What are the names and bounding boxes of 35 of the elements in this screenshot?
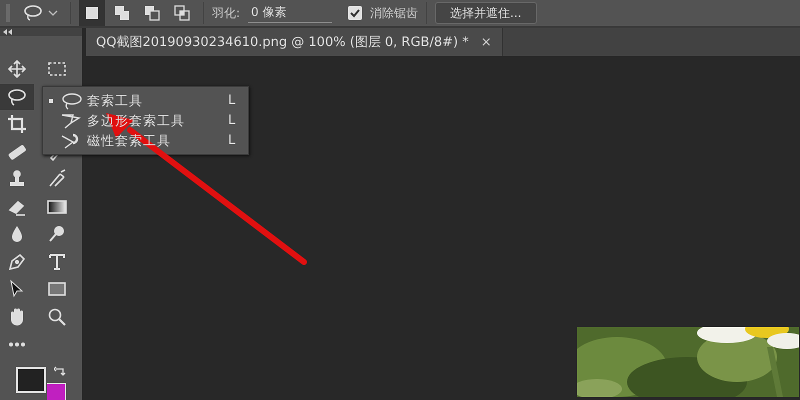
dodge-icon: [47, 224, 67, 244]
check-icon: [349, 7, 362, 19]
pen-icon: [7, 252, 27, 272]
lasso-icon: [22, 4, 44, 22]
close-tab-button[interactable]: ×: [480, 34, 492, 50]
zoom-icon: [47, 306, 67, 326]
flyout-menu-item[interactable]: 套索工具 L: [43, 90, 248, 110]
tool-button[interactable]: [0, 84, 34, 110]
crop-icon: [7, 114, 27, 134]
swap-colors-icon[interactable]: [54, 364, 66, 376]
anti-alias-checkbox[interactable]: [348, 6, 362, 20]
lasso-icon: [7, 86, 27, 106]
union-icon: [114, 5, 130, 21]
polygon-lasso-icon: [59, 112, 83, 130]
select-and-mask-button[interactable]: 选择并遮住...: [435, 2, 536, 24]
foreground-color-swatch[interactable]: [16, 366, 46, 392]
move-icon: [7, 59, 27, 79]
document-tab[interactable]: QQ截图20190930234610.png @ 100% (图层 0, RGB/8#) * ×: [86, 28, 503, 56]
marquee-icon: [47, 59, 67, 79]
history-brush-icon: [47, 169, 67, 189]
type-icon: [47, 252, 67, 272]
background-color-swatch[interactable]: [47, 382, 66, 400]
intersect-icon: [174, 5, 190, 21]
caret-icon: [48, 9, 58, 17]
rectangle-icon: [47, 279, 67, 299]
square-icon: [84, 5, 100, 21]
more-icon: [7, 342, 27, 346]
feather-field[interactable]: 0 像素: [248, 3, 332, 23]
anti-alias-label: 消除锯齿: [370, 4, 418, 22]
flyout-menu-item[interactable]: 磁性套索工具 L: [43, 130, 248, 150]
stamp-icon: [7, 169, 27, 189]
feather-label: 羽化:: [212, 4, 240, 22]
document-title: QQ截图20190930234610.png @ 100% (图层 0, RGB/8#) *: [96, 34, 469, 51]
selection-mode-button[interactable]: [79, 0, 105, 26]
subtract-icon: [144, 5, 160, 21]
